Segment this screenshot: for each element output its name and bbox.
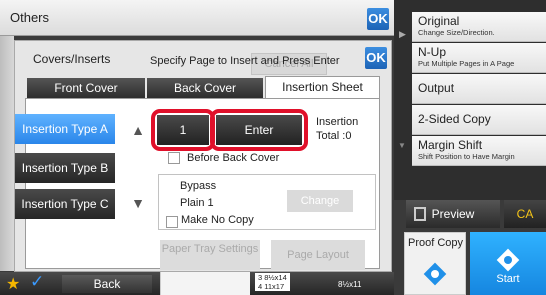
tab-front-cover[interactable]: Front Cover	[27, 78, 145, 98]
ca-button[interactable]: CA	[504, 200, 546, 228]
original-item[interactable]: Original Change Size/Direction.	[412, 12, 546, 42]
original-sub: Change Size/Direction.	[418, 28, 495, 37]
start-button[interactable]: Start	[470, 232, 546, 295]
top-ok-button[interactable]: OK	[367, 8, 389, 30]
favorite-star-icon[interactable]: ★	[6, 274, 20, 294]
margin-shift-item[interactable]: Margin Shift Shift Position to Have Marg…	[412, 136, 546, 166]
paper-tray-settings-button[interactable]: Paper Tray Settings	[160, 240, 260, 270]
margin-shift-sub: Shift Position to Have Margin	[418, 152, 515, 161]
margin-shift-label: Margin Shift	[418, 138, 483, 152]
tab-back-cover[interactable]: Back Cover	[147, 78, 263, 98]
n-up-label: N-Up	[418, 45, 447, 59]
dialog-ok-button[interactable]: OK	[365, 47, 387, 69]
paper-source-text: Bypass	[180, 180, 217, 192]
tab-insertion-sheet[interactable]: Insertion Sheet	[265, 76, 380, 98]
make-no-copy-label: Make No Copy	[181, 214, 254, 226]
before-back-cover-checkbox[interactable]	[168, 152, 180, 164]
paper-size-label: 8½x11	[338, 280, 362, 289]
original-label: Original	[418, 14, 460, 28]
preview-label: Preview	[431, 207, 475, 221]
output-label: Output	[418, 81, 455, 95]
scroll-down-icon[interactable]: ▼	[398, 141, 406, 150]
tray-list: 3 8½x14 4 11x17	[255, 273, 290, 291]
insertion-total: Total :0	[316, 130, 352, 142]
proof-copy-icon	[423, 262, 447, 286]
start-icon	[496, 248, 520, 272]
n-up-item[interactable]: N-Up Put Multiple Pages in A Page	[412, 43, 546, 73]
back-button[interactable]: Back	[62, 275, 152, 293]
dialog-title: Covers/Inserts	[33, 52, 111, 66]
scroll-down-icon[interactable]: ▼	[126, 192, 150, 214]
insertion-type-a-button[interactable]: Insertion Type A	[15, 114, 115, 144]
preview-button[interactable]: Preview	[406, 200, 500, 228]
two-sided-copy-item[interactable]: 2-Sided Copy	[412, 105, 546, 135]
right-panel: ▶ Original Change Size/Direction. N-Up P…	[394, 0, 546, 200]
screen-title: Others	[10, 10, 50, 25]
enter-button[interactable]: Enter	[216, 115, 302, 145]
tray-row: 4 11x17	[258, 282, 285, 291]
left-strip	[0, 36, 14, 271]
expand-arrow-icon[interactable]: ▶	[399, 29, 406, 40]
check-icon[interactable]: ✓	[30, 272, 44, 292]
change-button[interactable]: Change	[287, 190, 353, 212]
n-up-sub: Put Multiple Pages in A Page	[418, 59, 515, 68]
insertion-type-b-button[interactable]: Insertion Type B	[15, 153, 115, 183]
insertion-type-c-button[interactable]: Insertion Type C	[15, 189, 115, 219]
tray-status-area	[160, 272, 250, 295]
page-layout-button[interactable]: Page Layout	[271, 240, 365, 270]
make-no-copy-checkbox[interactable]	[166, 216, 178, 228]
top-bar: Others OK	[0, 0, 394, 36]
before-back-cover-label: Before Back Cover	[187, 152, 280, 164]
output-item[interactable]: Output	[412, 74, 546, 104]
insertion-label: Insertion	[316, 116, 359, 128]
two-sided-copy-label: 2-Sided Copy	[418, 112, 491, 126]
paper-type-text: Plain 1	[180, 197, 214, 209]
preview-icon	[414, 207, 426, 221]
tray-row: 3 8½x14	[258, 273, 287, 282]
page-number-input[interactable]: 1	[157, 115, 209, 145]
proof-copy-button[interactable]: Proof Copy	[404, 232, 466, 295]
scroll-up-icon[interactable]: ▲	[126, 119, 150, 141]
instruction-text: Specify Page to Insert and Press Enter	[150, 55, 340, 67]
proof-copy-label: Proof Copy	[408, 237, 464, 249]
start-label: Start	[496, 273, 520, 285]
